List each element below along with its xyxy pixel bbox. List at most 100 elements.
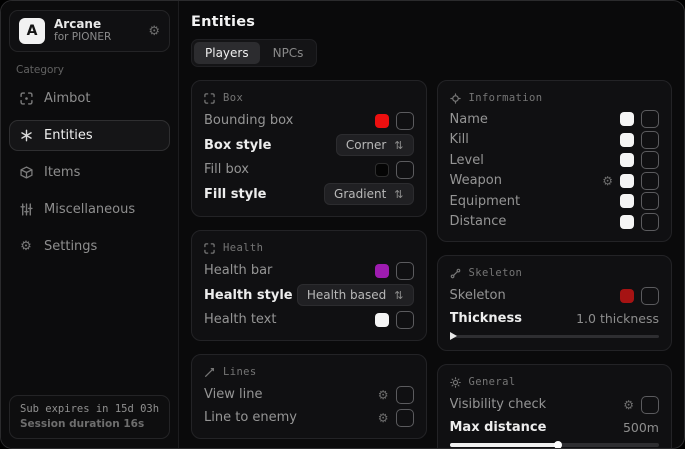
brand-logo: A: [19, 18, 45, 44]
sidebar-nav: Aimbot Entities Items Miscellaneous: [1, 80, 178, 265]
gear-icon[interactable]: ⚙: [378, 389, 389, 401]
color-swatch[interactable]: [620, 112, 634, 126]
setting-label: Max distance: [450, 420, 623, 435]
sidebar-item-label: Entities: [44, 128, 93, 143]
sidebar-item-entities[interactable]: Entities: [9, 120, 170, 151]
box-card: Box Bounding box Box style Corner ⇅: [191, 80, 427, 217]
sidebar-item-label: Miscellaneous: [44, 202, 135, 217]
app-window: A Arcane for PIONER ⚙ Category Aimbot En…: [0, 0, 685, 449]
skeleton-card-header: Skeleton: [450, 264, 660, 284]
setting-row-level: Level: [450, 150, 660, 171]
health-card-header: Health: [204, 239, 414, 259]
sun-icon: [450, 377, 461, 388]
setting-row-bounding-box: Bounding box: [204, 109, 414, 132]
slider-thumb[interactable]: [554, 441, 562, 448]
skeleton-checkbox[interactable]: [641, 287, 659, 305]
lines-card-header: Lines: [204, 363, 414, 383]
brand-name: Arcane: [54, 17, 111, 31]
sidebar-item-label: Items: [44, 165, 80, 180]
color-swatch[interactable]: [620, 289, 634, 303]
brand-card: A Arcane for PIONER ⚙: [9, 10, 170, 52]
color-swatch[interactable]: [620, 194, 634, 208]
setting-label: Box style: [204, 138, 336, 153]
setting-row-max-distance: Max distance 500m: [450, 416, 660, 439]
color-swatch[interactable]: [620, 174, 634, 188]
updown-arrows-icon: ⇅: [394, 289, 403, 302]
equipment-checkbox[interactable]: [641, 192, 659, 210]
sidebar-item-label: Aimbot: [44, 91, 90, 106]
general-card-header: General: [450, 373, 660, 393]
setting-row-health-bar: Health bar: [204, 259, 414, 282]
max-distance-value: 500m: [623, 420, 659, 435]
health-style-dropdown[interactable]: Health based ⇅: [297, 284, 414, 306]
sidebar-item-miscellaneous[interactable]: Miscellaneous: [9, 194, 170, 225]
setting-label: Fill style: [204, 187, 324, 202]
gear-icon[interactable]: ⚙: [602, 175, 613, 187]
setting-label: Thickness: [450, 311, 577, 326]
setting-row-fill-box: Fill box: [204, 158, 414, 181]
gear-icon[interactable]: ⚙: [148, 24, 160, 39]
setting-label: Health bar: [204, 263, 375, 278]
slider-track: [450, 335, 660, 338]
scan-info-icon: [450, 93, 461, 104]
weapon-checkbox[interactable]: [641, 172, 659, 190]
fill-box-checkbox[interactable]: [396, 161, 414, 179]
setting-row-visibility-check: Visibility check ⚙: [450, 393, 660, 416]
health-bar-checkbox[interactable]: [396, 262, 414, 280]
fill-style-dropdown[interactable]: Gradient ⇅: [324, 183, 413, 205]
color-swatch[interactable]: [375, 163, 389, 177]
gear-icon[interactable]: ⚙: [378, 412, 389, 424]
bounding-box-checkbox[interactable]: [396, 112, 414, 130]
setting-label: Kill: [450, 132, 621, 147]
level-checkbox[interactable]: [641, 151, 659, 169]
view-line-checkbox[interactable]: [396, 386, 414, 404]
left-column: Box Bounding box Box style Corner ⇅: [191, 80, 427, 448]
color-swatch[interactable]: [620, 133, 634, 147]
setting-label: Name: [450, 112, 621, 127]
line-to-enemy-checkbox[interactable]: [396, 409, 414, 427]
color-swatch[interactable]: [375, 313, 389, 327]
subscription-panel: Sub expires in 15d 03h Session duration …: [9, 395, 170, 439]
box-card-header: Box: [204, 89, 414, 109]
bone-icon: [450, 268, 461, 279]
color-swatch[interactable]: [375, 114, 389, 128]
visibility-check-checkbox[interactable]: [641, 396, 659, 414]
setting-row-weapon: Weapon ⚙: [450, 171, 660, 192]
sidebar-item-settings[interactable]: ⚙ Settings: [9, 231, 170, 262]
setting-label: View line: [204, 387, 378, 402]
setting-row-kill: Kill: [450, 130, 660, 151]
slider-thumb[interactable]: [450, 332, 457, 340]
box-style-dropdown[interactable]: Corner ⇅: [336, 134, 414, 156]
sidebar-item-aimbot[interactable]: Aimbot: [9, 83, 170, 114]
setting-row-skeleton: Skeleton: [450, 284, 660, 307]
setting-row-fill-style: Fill style Gradient ⇅: [204, 181, 414, 207]
sidebar-item-items[interactable]: Items: [9, 157, 170, 188]
tab-players[interactable]: Players: [194, 42, 260, 64]
color-swatch[interactable]: [620, 153, 634, 167]
category-label: Category: [16, 64, 163, 76]
max-distance-slider[interactable]: [450, 440, 660, 448]
tab-npcs[interactable]: NPCs: [262, 42, 315, 64]
setting-label: Visibility check: [450, 397, 624, 412]
color-swatch[interactable]: [620, 215, 634, 229]
setting-label: Line to enemy: [204, 410, 378, 425]
health-text-checkbox[interactable]: [396, 311, 414, 329]
dropdown-value: Gradient: [334, 187, 386, 201]
thickness-value: 1.0 thickness: [576, 311, 659, 326]
distance-checkbox[interactable]: [641, 213, 659, 231]
name-checkbox[interactable]: [641, 110, 659, 128]
health-card: Health Health bar Health style Health ba…: [191, 230, 427, 341]
general-card: General Visibility check ⚙ Max distance …: [437, 364, 673, 448]
section-title: Lines: [223, 366, 257, 378]
corner-brackets-icon: [204, 243, 215, 254]
color-swatch[interactable]: [375, 264, 389, 278]
thickness-slider[interactable]: [450, 331, 660, 341]
information-card-header: Information: [450, 89, 660, 109]
kill-checkbox[interactable]: [641, 131, 659, 149]
section-title: Box: [223, 92, 243, 104]
brand-text: Arcane for PIONER: [54, 17, 111, 45]
entity-type-tabs: Players NPCs: [191, 39, 317, 67]
setting-label: Health style: [204, 288, 297, 303]
gear-icon[interactable]: ⚙: [623, 399, 634, 411]
setting-row-health-style: Health style Health based ⇅: [204, 282, 414, 308]
